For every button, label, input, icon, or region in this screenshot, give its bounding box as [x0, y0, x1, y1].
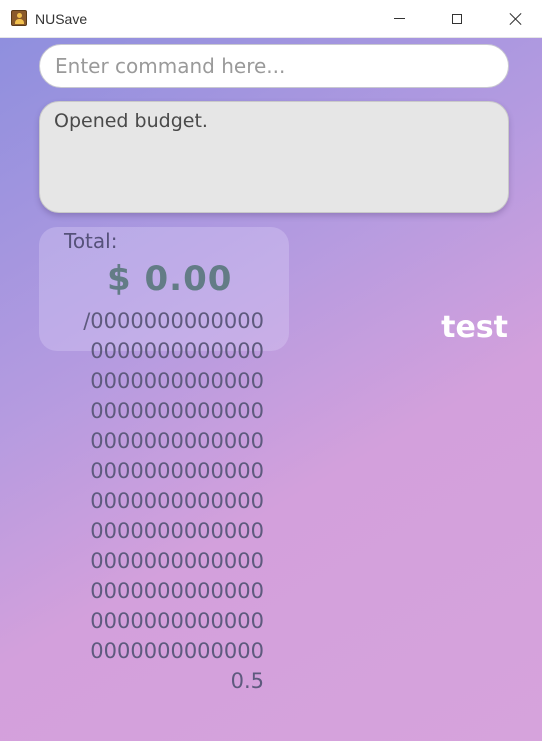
budget-limit-line: 0000000000000: [90, 339, 264, 363]
command-input[interactable]: [39, 44, 509, 88]
budget-limit-line: 0000000000000: [90, 639, 264, 663]
total-label: Total:: [64, 229, 118, 253]
budget-limit-line: 0.5: [230, 669, 264, 693]
maximize-button[interactable]: [434, 0, 480, 37]
result-display: Opened budget.: [39, 101, 509, 213]
total-amount: $ 0.00: [107, 259, 233, 299]
budget-name: test: [441, 310, 508, 345]
budget-limit-line: /0000000000000: [83, 309, 264, 333]
app-window: NUSave Opened budget. Total: $ 0.00 /000…: [0, 0, 542, 741]
result-text: Opened budget.: [54, 110, 208, 132]
budget-limit: /0000000000000 0000000000000 00000000000…: [64, 306, 264, 696]
maximize-icon: [452, 13, 462, 24]
title-bar[interactable]: NUSave: [0, 0, 542, 38]
main-content: Opened budget. Total: $ 0.00 /0000000000…: [0, 38, 542, 741]
budget-limit-line: 0000000000000: [90, 519, 264, 543]
close-icon: [509, 12, 523, 26]
close-button[interactable]: [493, 0, 539, 37]
minimize-icon: [393, 18, 405, 19]
budget-limit-line: 0000000000000: [90, 399, 264, 423]
window-title: NUSave: [35, 11, 88, 27]
budget-limit-line: 0000000000000: [90, 459, 264, 483]
app-person-icon: [11, 10, 27, 26]
minimize-button[interactable]: [376, 0, 422, 37]
budget-limit-line: 0000000000000: [90, 429, 264, 453]
budget-limit-line: 0000000000000: [90, 549, 264, 573]
budget-limit-line: 0000000000000: [90, 579, 264, 603]
budget-limit-line: 0000000000000: [90, 609, 264, 633]
budget-limit-line: 0000000000000: [90, 489, 264, 513]
budget-limit-line: 0000000000000: [90, 369, 264, 393]
